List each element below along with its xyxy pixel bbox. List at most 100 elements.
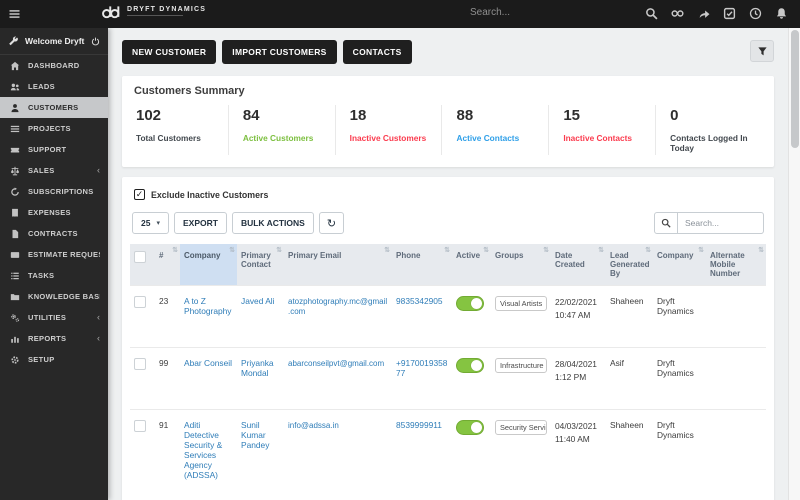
company-link[interactable]: A to Z Photography [184, 296, 232, 316]
active-cell [452, 409, 491, 500]
sidebar-item-utilities[interactable]: UTILITIES ‹ [0, 307, 108, 328]
import-customers-button[interactable]: IMPORT CUSTOMERS [222, 40, 337, 64]
primary-email-link[interactable]: abarconseilpvt@gmail.com [288, 359, 384, 368]
bulk-actions-button[interactable]: BULK ACTIONS [231, 212, 314, 234]
sidebar-item-dashboard[interactable]: DASHBOARD [0, 55, 108, 76]
sidebar-item-tasks[interactable]: TASKS [0, 265, 108, 286]
active-toggle[interactable] [456, 296, 484, 311]
stat-value: 88 [456, 107, 474, 124]
sidebar-item-sales[interactable]: SALES ‹ [0, 160, 108, 181]
receipt-icon [10, 208, 20, 218]
sort-icon[interactable]: ⇅ [384, 246, 390, 254]
sort-icon[interactable]: ⇅ [229, 246, 235, 254]
column-header-#[interactable]: # ⇅ [155, 244, 180, 286]
share-icon[interactable] [697, 7, 710, 20]
stat-active-customers: 84 Active Customers [227, 105, 335, 155]
list-icon [10, 271, 20, 281]
sidebar-item-expenses[interactable]: EXPENSES [0, 202, 108, 223]
sidebar-item-support[interactable]: SUPPORT [0, 139, 108, 160]
filter-button[interactable] [750, 40, 774, 62]
phone-link[interactable]: +917001935877 [396, 358, 447, 378]
bell-icon[interactable] [775, 7, 788, 20]
column-header-groups[interactable]: Groups ⇅ [491, 244, 551, 286]
scrollbar-thumb[interactable] [791, 30, 799, 148]
sort-icon[interactable]: ⇅ [698, 246, 704, 254]
sort-icon[interactable]: ⇅ [172, 246, 178, 254]
page-size-select[interactable]: 25 ▾ [132, 212, 169, 234]
repeat-icon [10, 187, 20, 197]
column-header-date-created[interactable]: Date Created ⇅ [551, 244, 606, 286]
column-header-alternate-mobile-number[interactable]: Alternate Mobile Number ⇅ [706, 244, 766, 286]
row-checkbox[interactable] [134, 296, 146, 308]
contacts-button[interactable]: CONTACTS [342, 40, 412, 64]
sidebar-item-estimate-request[interactable]: ESTIMATE REQUEST [0, 244, 108, 265]
column-header-phone[interactable]: Phone ⇅ [392, 244, 452, 286]
active-toggle[interactable] [456, 358, 484, 374]
search-icon[interactable] [645, 7, 658, 20]
column-header-company[interactable]: Company ⇅ [180, 244, 237, 286]
row-checkbox[interactable] [134, 420, 146, 433]
active-toggle[interactable] [456, 420, 484, 436]
exclude-inactive-checkbox[interactable]: ✓ Exclude Inactive Customers [134, 189, 766, 200]
primary-email-link[interactable]: info@adssa.in [288, 421, 339, 430]
company-link[interactable]: Abar Conseil [184, 358, 232, 368]
global-search-input[interactable] [470, 7, 600, 18]
summary-title: Customers Summary [134, 85, 245, 97]
sidebar-item-leads[interactable]: LEADS [0, 76, 108, 97]
column-header-primary-contact[interactable]: Primary Contact ⇅ [237, 244, 284, 286]
power-icon[interactable] [91, 37, 100, 46]
phone-link[interactable]: 9835342905 [396, 296, 443, 306]
wrench-icon[interactable] [8, 36, 18, 46]
sort-icon[interactable]: ⇅ [645, 246, 651, 254]
column-header-lead-generated-by[interactable]: Lead Generated By ⇅ [606, 244, 653, 286]
sort-icon[interactable]: ⇅ [276, 246, 282, 254]
sidebar-item-setup[interactable]: SETUP [0, 349, 108, 370]
column-label: Lead Generated By [610, 251, 650, 278]
sort-icon[interactable]: ⇅ [543, 246, 549, 254]
sidebar-item-projects[interactable]: PROJECTS [0, 118, 108, 139]
primary-email-cell: atozphotography.mc@gmail.com [284, 284, 392, 348]
page-scrollbar[interactable] [788, 28, 800, 500]
column-label: Primary Email [288, 251, 342, 260]
toggle-knob [471, 422, 482, 434]
sidebar-item-reports[interactable]: REPORTS ‹ [0, 328, 108, 349]
sidebar-item-contracts[interactable]: CONTRACTS [0, 223, 108, 244]
brand-logo[interactable]: DRYFT DYNAMICS [100, 4, 206, 19]
sidebar-item-knowledge-base[interactable]: KNOWLEDGE BASE [0, 286, 108, 307]
menu-icon[interactable] [8, 8, 21, 20]
company-link[interactable]: Aditi Detective Security & Services Agen… [184, 420, 222, 480]
sort-icon[interactable]: ⇅ [758, 246, 764, 254]
table-row: 91 Aditi Detective Security & Services Ag… [130, 409, 766, 500]
row-id-cell: 99 [155, 347, 180, 410]
export-button[interactable]: EXPORT [173, 212, 227, 234]
tasks-icon[interactable] [723, 7, 736, 20]
select-all-checkbox[interactable] [134, 251, 146, 263]
checkbox-checked-icon[interactable]: ✓ [134, 189, 145, 200]
sort-icon[interactable]: ⇅ [483, 246, 489, 254]
refresh-button[interactable]: ↻ [318, 212, 345, 234]
column-header-company[interactable]: Company ⇅ [653, 244, 706, 286]
column-header-primary-email[interactable]: Primary Email ⇅ [284, 244, 392, 286]
row-checkbox[interactable] [134, 358, 146, 371]
clock-icon[interactable] [749, 7, 762, 20]
lead-generated-by-cell: Asif [606, 347, 653, 410]
infinity-icon[interactable] [671, 7, 684, 20]
sort-icon[interactable]: ⇅ [598, 246, 604, 254]
phone-link[interactable]: 8539999911 [396, 420, 442, 430]
table-search-button[interactable] [654, 212, 678, 234]
page-size-value: 25 [141, 218, 151, 228]
primary-contact-link[interactable]: Javed Ali [241, 296, 275, 306]
sidebar-item-subscriptions[interactable]: SUBSCRIPTIONS [0, 181, 108, 202]
groups-cell: Infrastructure [491, 347, 551, 410]
lead-generated-by-cell: Shaheen [606, 409, 653, 500]
date-created: 22/02/2021 [555, 297, 597, 307]
new-customer-button[interactable]: NEW CUSTOMER [122, 40, 217, 64]
primary-email-link[interactable]: atozphotography.mc@gmail.com [288, 297, 387, 316]
primary-contact-link[interactable]: Priyanka Mondal [241, 358, 274, 378]
table-search-input[interactable] [678, 212, 764, 234]
primary-contact-link[interactable]: Sunil Kumar Pandey [241, 420, 269, 450]
column-header-active[interactable]: Active ⇅ [452, 244, 491, 286]
sidebar-item-label: UTILITIES [28, 313, 67, 322]
sort-icon[interactable]: ⇅ [444, 246, 450, 254]
sidebar-item-customers[interactable]: CUSTOMERS [0, 97, 108, 118]
